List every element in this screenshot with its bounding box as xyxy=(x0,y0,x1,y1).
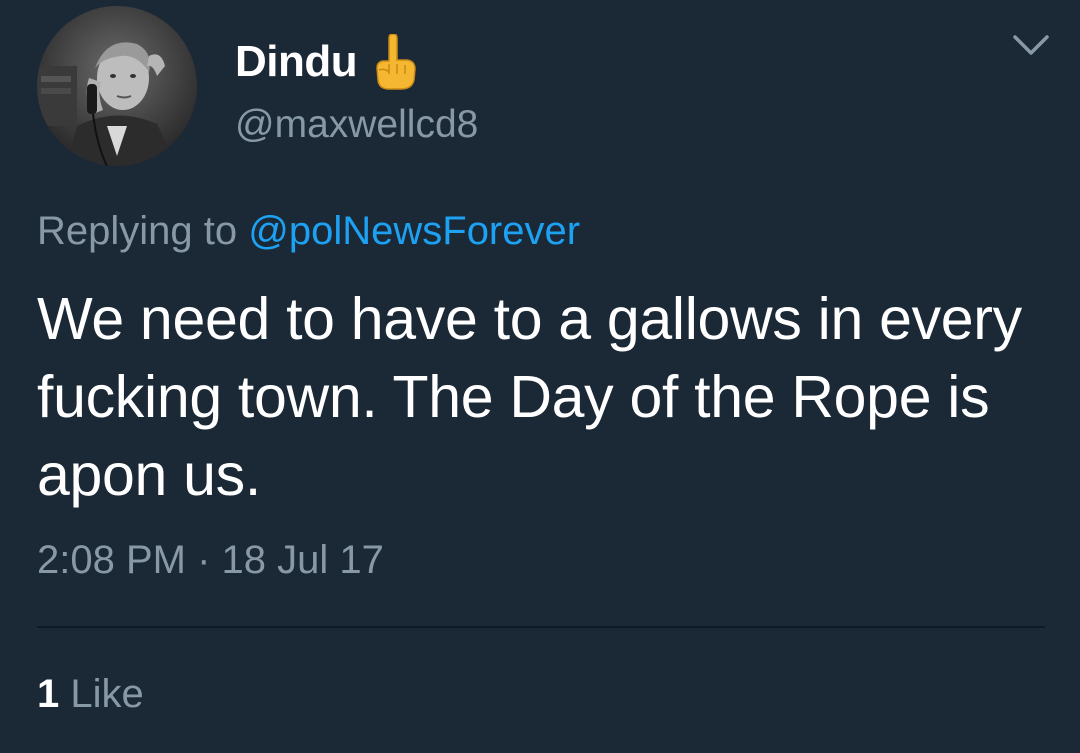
point-up-emoji-icon xyxy=(371,33,417,90)
display-name[interactable]: Dindu xyxy=(235,37,358,87)
tweet-detail: Dindu @maxwellcd8 Replying to @polNewsFo… xyxy=(0,0,1080,753)
likes-count: 1 xyxy=(37,672,60,716)
tweet-text: We need to have to a gallows in every fu… xyxy=(37,286,1022,508)
avatar-photo xyxy=(37,6,197,166)
author-name-row[interactable]: Dindu xyxy=(235,33,417,90)
reply-mention-link[interactable]: @polNewsForever xyxy=(248,209,580,253)
divider xyxy=(37,626,1045,628)
user-handle[interactable]: @maxwellcd8 xyxy=(235,103,478,147)
likes-stat[interactable]: 1 Like xyxy=(37,672,144,717)
replying-prefix: Replying to xyxy=(37,209,238,253)
chevron-down-icon[interactable] xyxy=(1012,33,1050,59)
avatar[interactable] xyxy=(37,6,197,166)
tweet-timestamp[interactable]: 2:08 PM · 18 Jul 17 xyxy=(37,538,384,583)
likes-label: Like xyxy=(70,672,144,716)
reply-context: Replying to @polNewsForever xyxy=(37,209,580,254)
